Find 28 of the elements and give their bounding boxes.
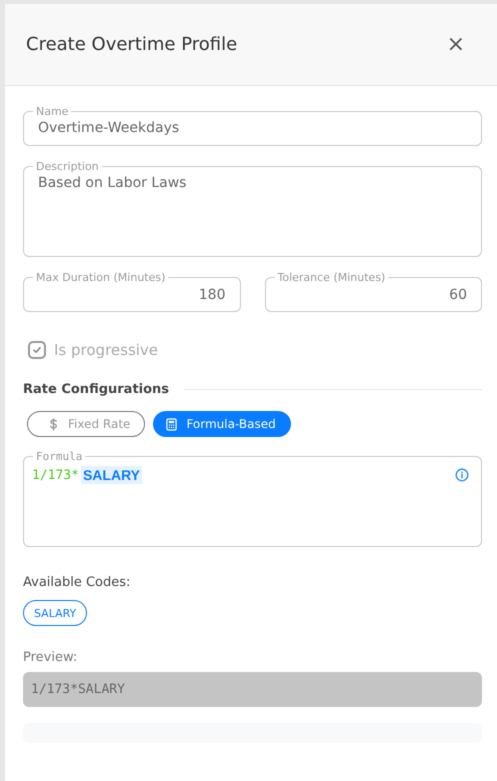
preview-label: Preview:: [23, 650, 78, 665]
field-value: Based on Labor Laws: [38, 175, 188, 191]
field-label: Tolerance (Minutes): [276, 272, 386, 283]
field-value: 180: [198, 287, 226, 303]
info-icon[interactable]: [455, 468, 469, 482]
preview-field: 1/173*SALARY: [23, 672, 482, 707]
field-value: Overtime-Weekdays: [38, 120, 180, 136]
rate-mode-button[interactable]: Formula-Based: [153, 411, 291, 437]
formula-editor[interactable]: Formula 1/173* SALARY: [23, 451, 482, 547]
name-field[interactable]: Name Overtime-Weekdays: [23, 106, 482, 146]
dialog-title: Create Overtime Profile: [26, 34, 238, 55]
max-duration-field[interactable]: Max Duration (Minutes) 180: [23, 272, 240, 312]
field-label: Formula: [35, 451, 84, 462]
check-icon: [31, 344, 43, 356]
tolerance-field[interactable]: Tolerance (Minutes) 60: [264, 272, 482, 312]
close-button[interactable]: ×: [444, 32, 467, 57]
field-label: Name: [35, 106, 70, 117]
field-value: 60: [448, 287, 467, 303]
field-label: Description: [35, 161, 100, 172]
description-field[interactable]: Description Based on Labor Laws: [23, 161, 482, 257]
dollar-icon: [48, 418, 59, 430]
formula-text: 1/173* SALARY: [32, 466, 144, 484]
calculator-icon: [166, 418, 178, 430]
checkbox-label: Is progressive: [54, 341, 158, 359]
code-chip[interactable]: SALARY: [23, 600, 88, 626]
field-label: Max Duration (Minutes): [35, 272, 166, 283]
codes-label: Available Codes:: [23, 575, 130, 590]
section-title: Rate Configurations: [23, 382, 170, 397]
